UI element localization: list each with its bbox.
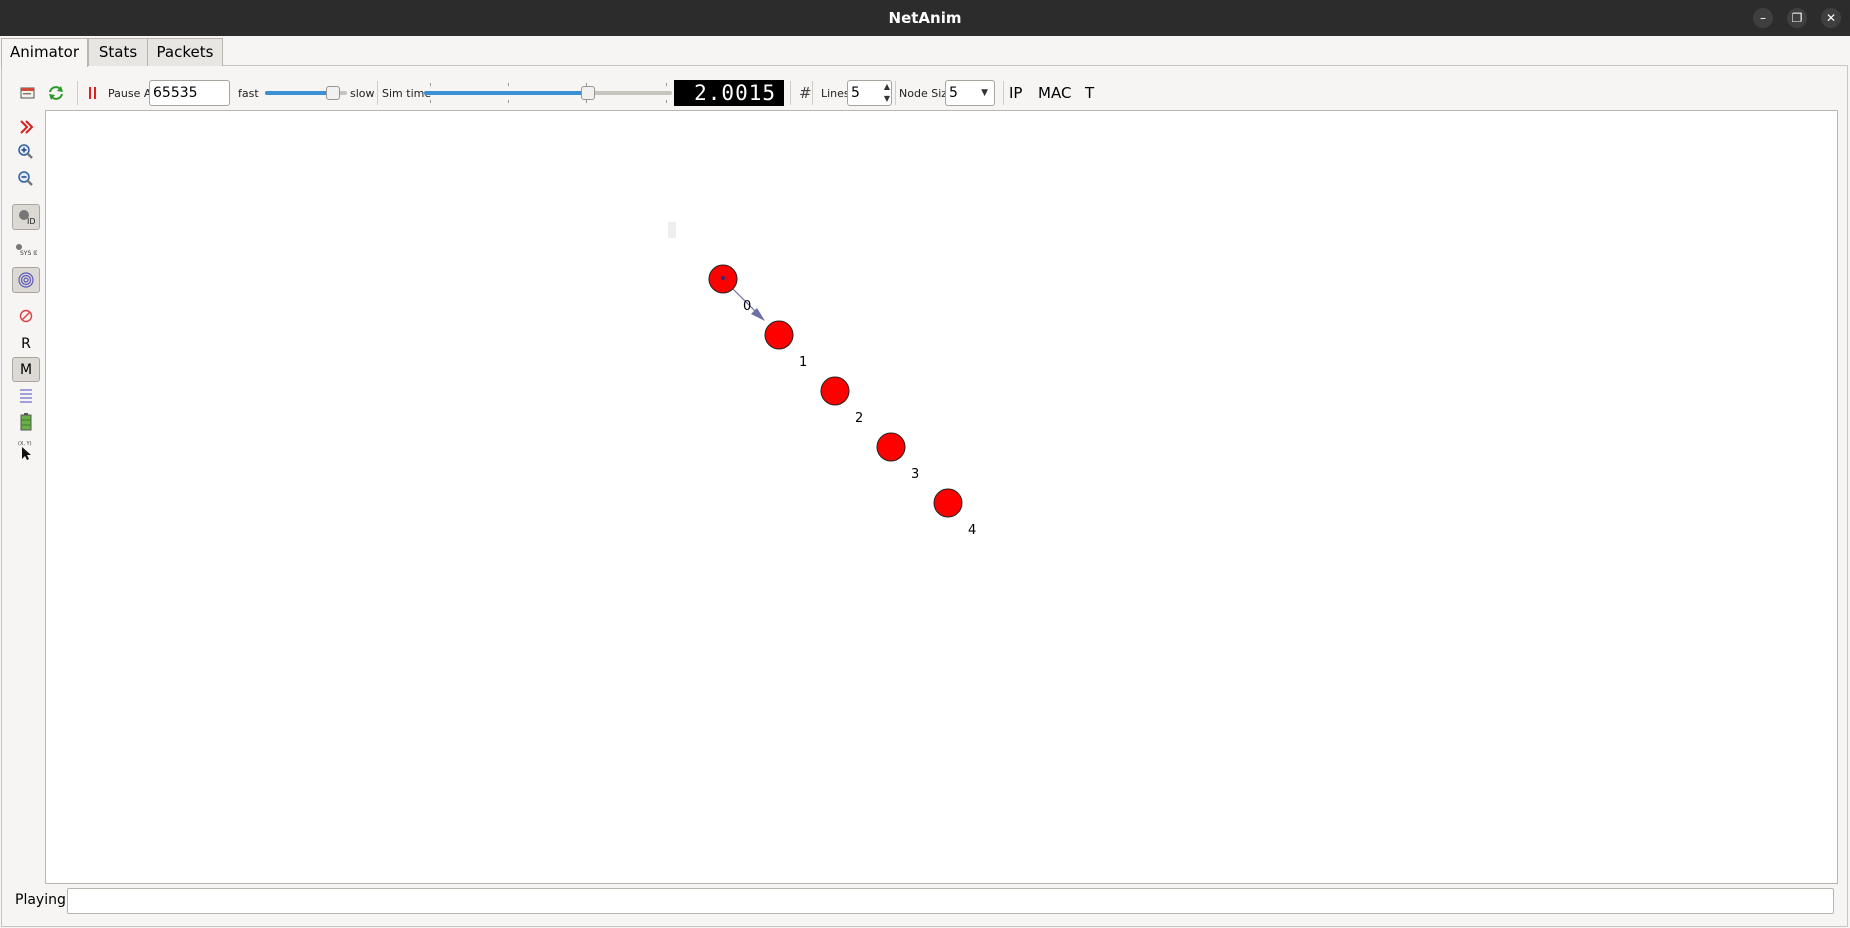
mobility-button[interactable]: M: [12, 357, 40, 382]
mouse-position-icon: (X, Y): [18, 441, 32, 460]
mouse-position-button[interactable]: (X, Y): [12, 437, 40, 463]
status-text-field: [67, 888, 1834, 914]
svg-text:(X, Y): (X, Y): [18, 441, 32, 447]
wireless-circles-button[interactable]: [12, 267, 40, 293]
show-node-sysid-button[interactable]: SYS ID: [12, 238, 40, 262]
close-button[interactable]: ✕: [1821, 8, 1841, 28]
node-1[interactable]: [764, 320, 794, 350]
fast-forward-icon: [20, 120, 34, 134]
zoom-out-icon: [18, 171, 33, 186]
routing-button[interactable]: R: [12, 332, 40, 356]
svg-text:ID: ID: [27, 217, 35, 225]
node-size-value: 5: [949, 85, 958, 101]
wireless-circles-icon: [18, 272, 34, 288]
battery-button[interactable]: [12, 410, 40, 434]
mac-button[interactable]: MAC: [1038, 76, 1071, 110]
minimize-button[interactable]: –: [1753, 8, 1773, 28]
show-node-sysid-icon: SYS ID: [16, 244, 37, 257]
ip-label: IP: [1009, 84, 1023, 102]
status-label: Playing: [15, 892, 66, 908]
title-bar: NetAnim – ❐ ✕: [0, 0, 1850, 36]
scene-corner-marker: [668, 222, 676, 238]
t-label: T: [1085, 84, 1095, 102]
node-label-4: 4: [968, 523, 976, 538]
show-node-id-button[interactable]: ID: [12, 204, 40, 230]
scene-svg: 0 1 2 3 4: [668, 222, 976, 538]
mac-label: MAC: [1038, 84, 1072, 102]
node-3[interactable]: [876, 432, 906, 462]
node-size-select[interactable]: 5 ▼: [945, 80, 995, 106]
node-label-2: 2: [855, 411, 863, 426]
node-label-3: 3: [911, 467, 919, 482]
t-button[interactable]: T: [1085, 76, 1094, 110]
maximize-button[interactable]: ❐: [1787, 8, 1807, 28]
grid-hash-icon: #: [799, 84, 812, 102]
no-packets-button[interactable]: [12, 304, 40, 328]
netanim-window: NetAnim – ❐ ✕ Animator Stats Packets Pau…: [0, 0, 1850, 928]
tab-packets[interactable]: Packets: [147, 38, 223, 66]
tab-animator[interactable]: Animator: [1, 38, 88, 67]
window-title: NetAnim: [888, 9, 962, 27]
show-node-id-icon: ID: [19, 210, 35, 225]
grid-button[interactable]: #: [799, 76, 813, 110]
spin-up-icon[interactable]: ▲: [884, 82, 890, 92]
node-label-0: 0: [743, 299, 751, 314]
zoom-in-icon: [18, 144, 33, 159]
animation-canvas[interactable]: 0 1 2 3 4: [45, 110, 1838, 884]
chevron-down-icon: ▼: [981, 88, 988, 98]
routing-r-label: R: [21, 336, 31, 352]
packet-source-dot: [721, 276, 725, 280]
node-4[interactable]: [933, 488, 963, 518]
svg-text:SYS ID: SYS ID: [20, 250, 37, 257]
lines-value: 5: [851, 85, 860, 101]
zoom-in-button[interactable]: [12, 140, 40, 164]
zoom-out-button[interactable]: [12, 167, 40, 191]
ip-button[interactable]: IP: [1009, 76, 1022, 110]
packet-arrowhead: [751, 308, 765, 321]
lines-label: Lines: [821, 86, 850, 100]
battery-icon: [20, 413, 32, 431]
spin-down-icon[interactable]: ▼: [884, 94, 890, 104]
node-label-1: 1: [799, 355, 807, 370]
no-packets-icon: [19, 309, 33, 323]
lines-spinbox[interactable]: 5 ▲ ▼: [847, 80, 892, 106]
tab-stats[interactable]: Stats: [88, 38, 148, 66]
node-2[interactable]: [820, 376, 850, 406]
nodes-layer: 0 1 2 3 4: [708, 264, 976, 538]
fast-forward-button[interactable]: [12, 115, 40, 139]
batch-lines-icon: [20, 389, 32, 403]
mobility-m-label: M: [19, 361, 33, 378]
batch-lines-button[interactable]: [12, 384, 40, 408]
